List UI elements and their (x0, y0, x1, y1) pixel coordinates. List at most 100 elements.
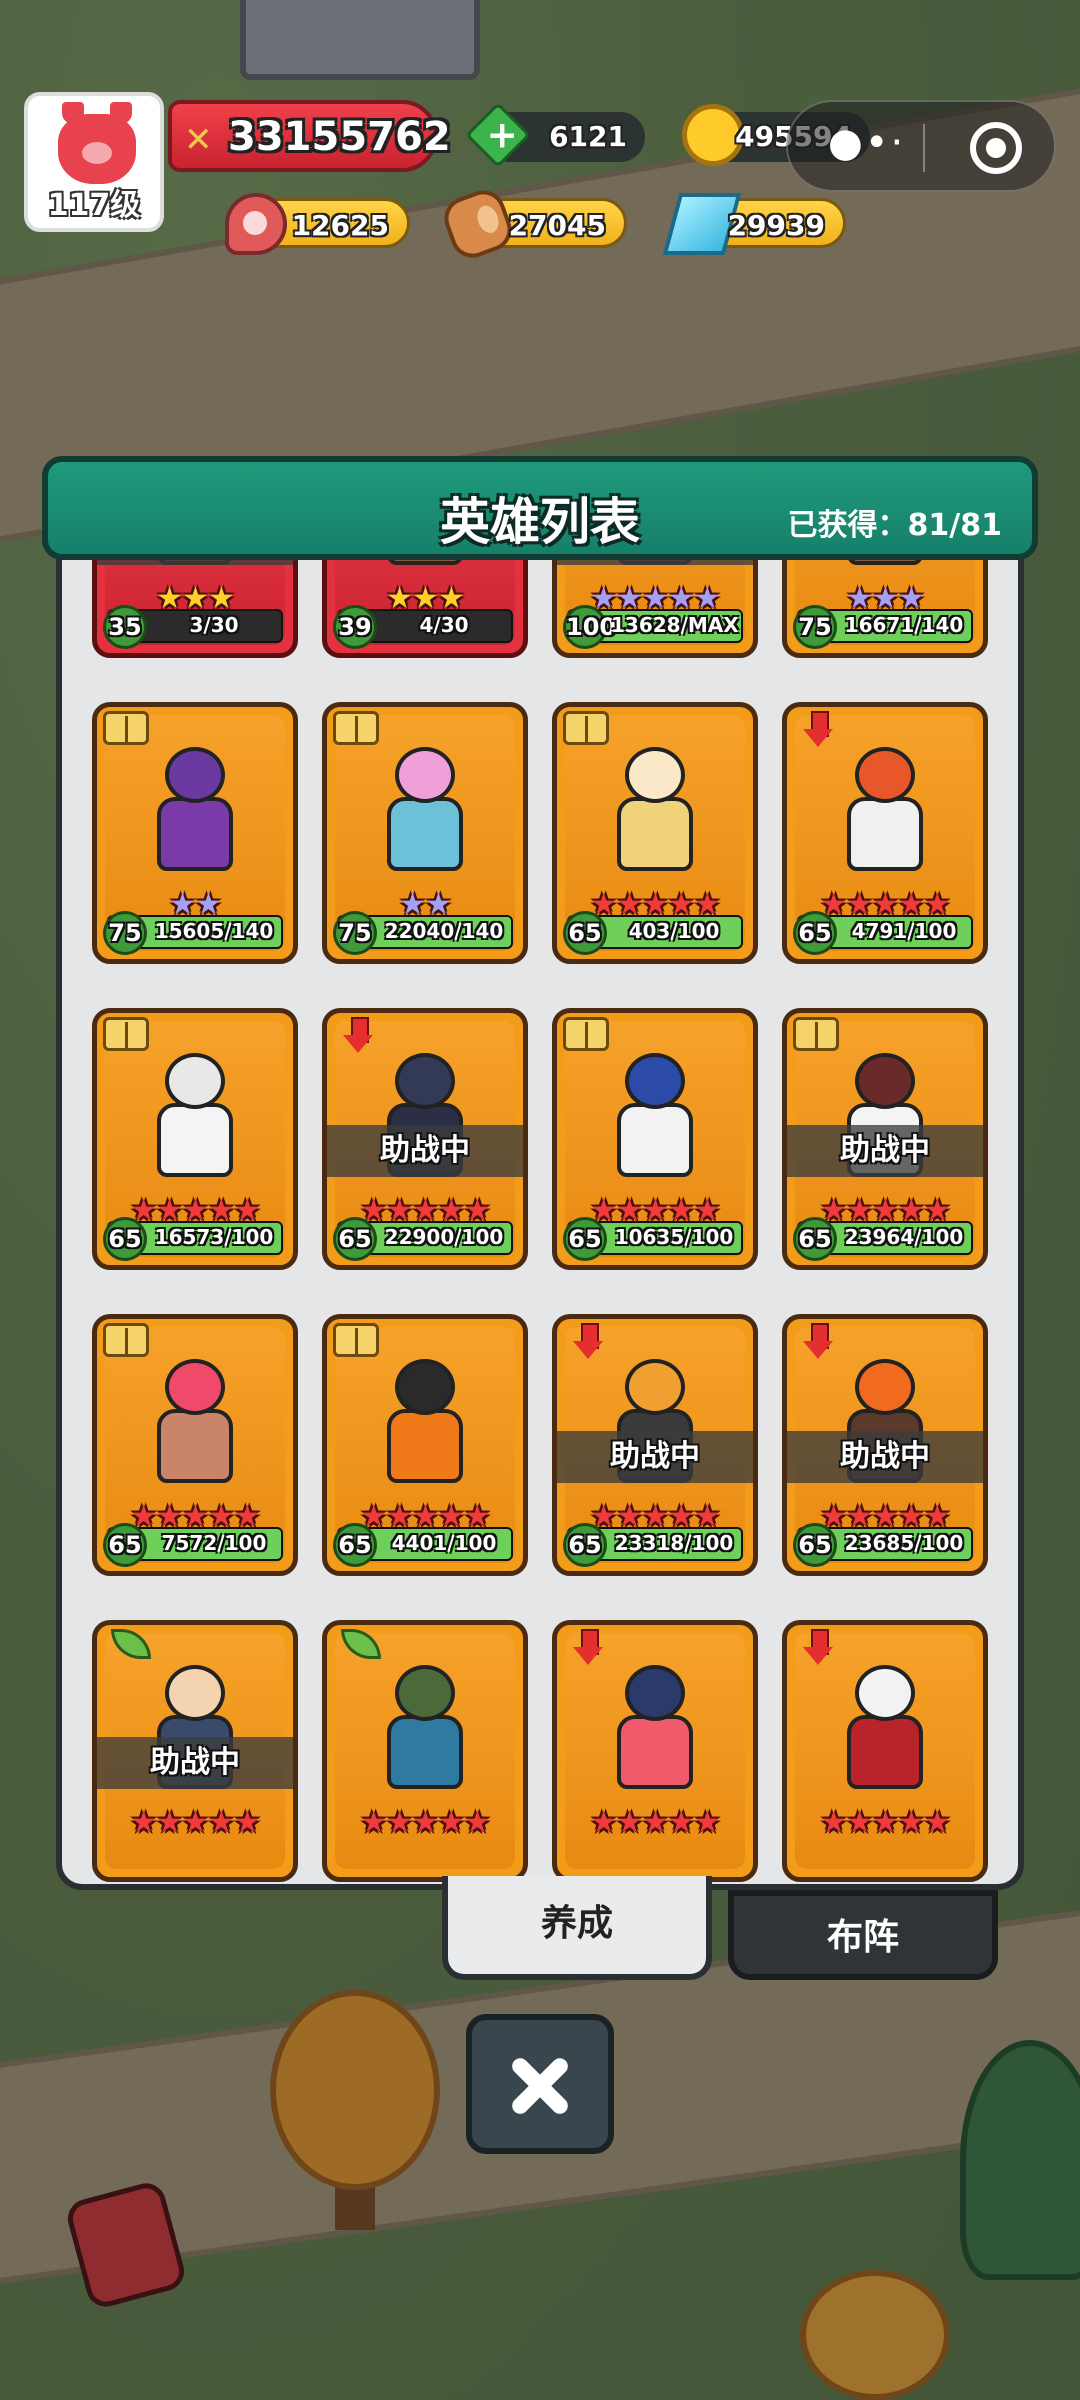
panel-header: 英雄列表 已获得：81/81 (42, 456, 1038, 560)
hero-card[interactable]: 助战中 ★★★★★ 65 22900/100 (322, 1008, 528, 1270)
hero-shard-progress: 75 16671/140 (793, 605, 973, 649)
close-icon[interactable] (466, 2014, 614, 2154)
hero-portrait (607, 747, 703, 877)
hero-progress-text: 16671/140 (844, 613, 964, 637)
gems-value: 6121 (549, 120, 627, 153)
hero-progress-text: 23318/100 (614, 1531, 734, 1555)
hero-card[interactable]: ★★★★★ 65 4401/100 (322, 1314, 528, 1576)
hero-star-rating: ★★★★★ (590, 1805, 720, 1840)
hero-shard-progress: 65 23318/100 (563, 1523, 743, 1567)
crystal-counter[interactable]: 29939 (662, 193, 846, 255)
hero-level-badge: 65 (793, 1217, 837, 1261)
hero-card[interactable]: 助战中 ★★★★★ 65 23318/100 (552, 1314, 758, 1576)
hero-list-panel: 助战中★★★353/30★★★394/30助战中★★★★★10013628/MA… (56, 520, 1024, 1890)
hero-card[interactable]: ★★ 75 15605/140 (92, 702, 298, 964)
hero-card[interactable]: 助战中 ★★★★★ (92, 1620, 298, 1882)
hero-level-badge: 65 (563, 911, 607, 955)
hero-level-badge: 65 (103, 1523, 147, 1567)
hero-shard-progress: 65 403/100 (563, 911, 743, 955)
book-icon (563, 711, 609, 745)
hero-progress-text: 23964/100 (844, 1225, 964, 1249)
red-arrow-icon (341, 1017, 375, 1057)
hero-portrait (837, 1665, 933, 1795)
hero-progress-text: 403/100 (628, 919, 720, 943)
hero-shard-progress: 65 10635/100 (563, 1217, 743, 1261)
hero-card[interactable]: ★★★★★ 65 4791/100 (782, 702, 988, 964)
hero-card[interactable]: ★★ 75 22040/140 (322, 702, 528, 964)
hero-shard-progress: 39 4/30 (333, 605, 513, 649)
capsule-divider (923, 124, 925, 172)
wood-value: 27045 (508, 209, 606, 242)
obtained-count: 已获得：81/81 (787, 508, 1002, 543)
assist-status-label: 助战中 (327, 1125, 523, 1177)
more-dots-icon[interactable]: ●•· (828, 123, 905, 163)
hero-shard-progress: 65 23964/100 (793, 1217, 973, 1261)
hero-progress-text: 16573/100 (154, 1225, 274, 1249)
assist-status-label: 助战中 (787, 1431, 983, 1483)
tab-train[interactable]: 养成 (442, 1876, 712, 1980)
red-arrow-icon (801, 711, 835, 751)
assist-status-label: 助战中 (97, 1737, 293, 1789)
hero-card[interactable]: ★★★★★ (552, 1620, 758, 1882)
player-avatar[interactable]: 117级 (24, 92, 164, 232)
hero-shard-progress: 65 7572/100 (103, 1523, 283, 1567)
assist-status-label: 助战中 (557, 1431, 753, 1483)
red-arrow-icon (801, 1629, 835, 1669)
hero-progress-text: 3/30 (189, 613, 239, 637)
hero-progress-text: 7572/100 (161, 1531, 267, 1555)
hero-portrait (607, 1665, 703, 1795)
meat-counter[interactable]: 12625 (225, 193, 410, 255)
hero-portrait (837, 747, 933, 877)
book-icon (333, 1323, 379, 1357)
hero-shard-progress: 100 13628/MAX (563, 605, 743, 649)
hero-portrait (377, 747, 473, 877)
red-arrow-icon (571, 1629, 605, 1669)
book-icon (103, 1323, 149, 1357)
combat-power: ✕ 33155762 (168, 100, 451, 172)
target-icon[interactable] (970, 122, 1022, 174)
hero-shard-progress: 75 22040/140 (333, 911, 513, 955)
hero-card[interactable]: 助战中 ★★★★★ 65 23685/100 (782, 1314, 988, 1576)
hero-progress-text: 10635/100 (614, 1225, 734, 1249)
tab-formation[interactable]: 布阵 (728, 1890, 998, 1980)
hero-progress-text: 22040/140 (384, 919, 504, 943)
hero-star-rating: ★★★★★ (130, 1805, 260, 1840)
crossed-swords-icon: ✕ (184, 120, 213, 160)
mini-program-capsule: ●•· (786, 100, 1056, 192)
hero-level-badge: 75 (793, 605, 837, 649)
hero-level-badge: 65 (103, 1217, 147, 1261)
hero-level-badge: 65 (333, 1523, 377, 1567)
hero-card[interactable]: ★★★★★ 65 10635/100 (552, 1008, 758, 1270)
hero-card[interactable]: 助战中 ★★★★★ 65 23964/100 (782, 1008, 988, 1270)
player-level: 117级 (47, 188, 141, 223)
hero-level-badge: 65 (333, 1217, 377, 1261)
hero-card[interactable]: ★★★★★ 65 16573/100 (92, 1008, 298, 1270)
hero-level-badge: 65 (563, 1523, 607, 1567)
hero-card[interactable]: ★★★★★ (782, 1620, 988, 1882)
hero-portrait (147, 1053, 243, 1183)
gems-counter[interactable]: 6121 (465, 102, 645, 168)
hero-shard-progress: 75 15605/140 (103, 911, 283, 955)
book-icon (793, 1017, 839, 1051)
meat-icon (225, 193, 287, 255)
hero-level-badge: 75 (333, 911, 377, 955)
meat-value: 12625 (291, 209, 389, 242)
hero-portrait (377, 1359, 473, 1489)
hero-progress-text: 15605/140 (154, 919, 274, 943)
hero-star-rating: ★★★★★ (820, 1805, 950, 1840)
hero-card[interactable]: ★★★★★ (322, 1620, 528, 1882)
hero-shard-progress: 65 23685/100 (793, 1523, 973, 1567)
hero-portrait (147, 1359, 243, 1489)
crystal-value: 29939 (727, 209, 825, 242)
hero-progress-text: 4/30 (419, 613, 469, 637)
hero-level-badge: 65 (563, 1217, 607, 1261)
hero-shard-progress: 35 3/30 (103, 605, 283, 649)
wood-counter[interactable]: 27045 (438, 184, 627, 264)
hero-card[interactable]: ★★★★★ 65 403/100 (552, 702, 758, 964)
hero-progress-text: 13628/MAX (611, 613, 739, 637)
hero-portrait (607, 1053, 703, 1183)
hero-progress-text: 22900/100 (384, 1225, 504, 1249)
hero-shard-progress: 65 4401/100 (333, 1523, 513, 1567)
red-arrow-icon (571, 1323, 605, 1363)
hero-card[interactable]: ★★★★★ 65 7572/100 (92, 1314, 298, 1576)
